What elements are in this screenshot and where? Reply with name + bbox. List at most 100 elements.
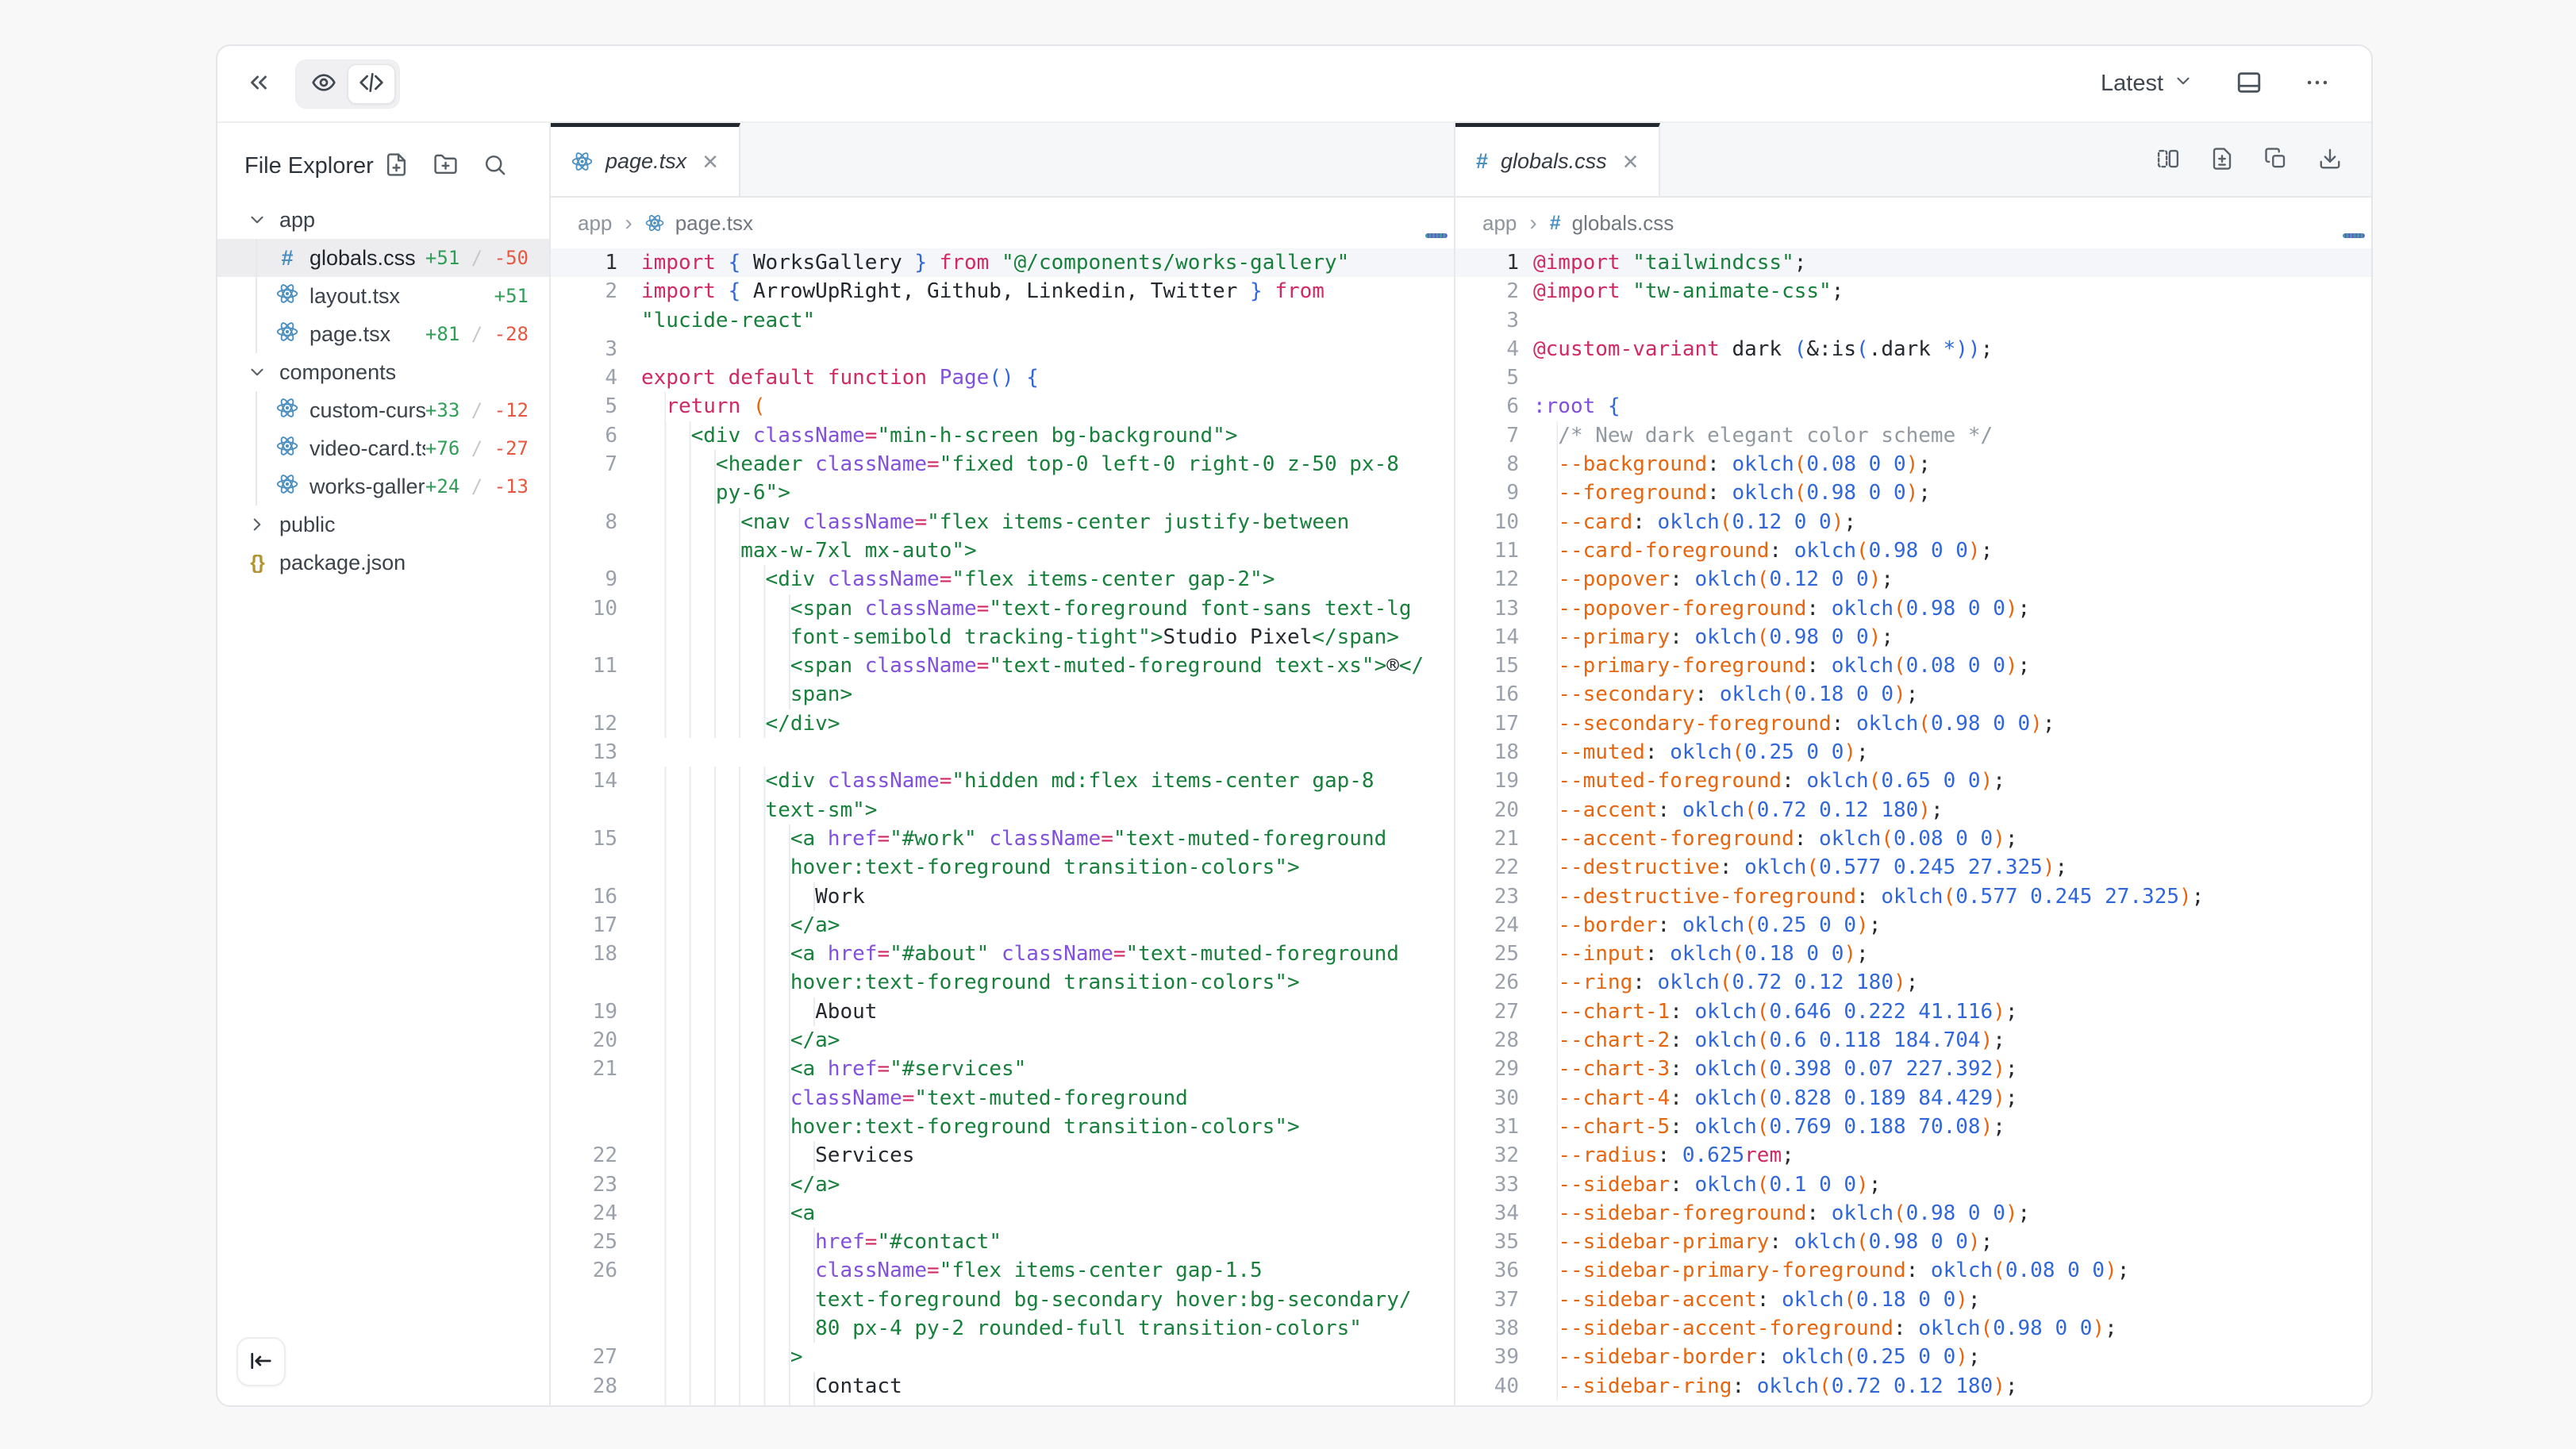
code-line: 31 --chart-5: oklch(0.769 0.188 70.08);	[1455, 1113, 2371, 1141]
line-number: 16	[551, 882, 617, 911]
line-number: 2	[551, 277, 617, 306]
tab-globals-css[interactable]: # globals.css ×	[1455, 123, 1660, 196]
line-number: 22	[1455, 853, 1519, 882]
chevron-separator-icon: ›	[1528, 210, 1538, 236]
code-text: :root {	[1533, 392, 1621, 421]
code-text: "lucide-react"	[641, 306, 815, 335]
split-view-button[interactable]	[2154, 145, 2182, 174]
code-text: text-foreground bg-secondary hover:bg-se…	[641, 1286, 1412, 1314]
tab-page-tsx[interactable]: page.tsx ×	[551, 123, 740, 196]
collapse-sidebar-button[interactable]	[236, 1337, 286, 1386]
line-number: 10	[551, 594, 617, 623]
collapse-panel-button[interactable]	[241, 67, 276, 102]
panel-bottom-icon	[2236, 69, 2263, 98]
code-line: max-w-7xl mx-auto">	[551, 536, 1454, 565]
code-text: span>	[641, 680, 852, 709]
line-number: 18	[1455, 738, 1519, 767]
json-file-icon: {}	[250, 552, 263, 575]
line-number: 14	[1455, 623, 1519, 651]
code-line: 27 --chart-1: oklch(0.646 0.222 41.116);	[1455, 997, 2371, 1026]
file-row-package.json[interactable]: {}package.json	[217, 544, 549, 582]
tab-bar: # globals.css ×	[1455, 123, 2371, 198]
close-icon[interactable]: ×	[1623, 148, 1639, 175]
code-toggle-button[interactable]	[348, 64, 395, 104]
chevron-down-icon	[244, 362, 270, 382]
line-number: 15	[551, 824, 617, 853]
breadcrumb-file: globals.css	[1572, 211, 1674, 236]
download-button[interactable]	[2316, 145, 2344, 174]
line-number: 11	[551, 651, 617, 680]
code-line: 35 --sidebar-primary: oklch(0.98 0 0);	[1455, 1228, 2371, 1256]
search-files-button[interactable]	[481, 152, 508, 179]
code-line: 2@import "tw-animate-css";	[1455, 277, 2371, 306]
close-icon[interactable]: ×	[702, 148, 718, 175]
code-text: </a>	[641, 911, 840, 940]
explorer-title: File Explorer	[244, 153, 374, 179]
code-line: 7 <header className="fixed top-0 left-0 …	[551, 450, 1454, 479]
file-row-video-card.tsx[interactable]: video-card.tsx+76 / -27	[217, 429, 549, 467]
code-editor[interactable]: 1@import "tailwindcss";2@import "tw-anim…	[1455, 248, 2371, 1405]
line-number: 5	[1455, 363, 1519, 392]
code-line: 1@import "tailwindcss";	[1455, 248, 2371, 277]
new-file-button[interactable]	[383, 152, 409, 179]
copy-icon	[2264, 147, 2288, 173]
file-row-works-galler[interactable]: works-galler…+24 / -13	[217, 467, 549, 505]
line-number: 25	[1455, 940, 1519, 968]
breadcrumb-file: page.tsx	[675, 211, 753, 236]
code-text: --accent: oklch(0.72 0.12 180);	[1533, 796, 1944, 824]
file-row-page.tsx[interactable]: page.tsx+81 / -28	[217, 315, 549, 353]
new-folder-button[interactable]	[432, 152, 459, 179]
file-row-globals.css[interactable]: #globals.css+51 / -50	[217, 239, 549, 277]
code-text: py-6">	[641, 479, 790, 507]
line-number: 7	[551, 450, 617, 479]
folder-row-components[interactable]: components	[217, 353, 549, 391]
code-line: 18 <a href="#about" className="text-mute…	[551, 940, 1454, 968]
top-toolbar: Latest	[217, 46, 2371, 123]
line-number: 22	[551, 1141, 617, 1170]
version-label: Latest	[2101, 71, 2163, 97]
folder-row-public[interactable]: public	[217, 505, 549, 544]
line-number: 4	[1455, 335, 1519, 363]
css-file-icon: #	[1476, 149, 1488, 174]
split-view-icon	[2156, 147, 2180, 173]
code-text: --chart-3: oklch(0.398 0.07 227.392);	[1533, 1055, 2018, 1083]
code-text: --chart-2: oklch(0.6 0.118 184.704);	[1533, 1026, 2005, 1055]
code-text: hover:text-foreground transition-colors"…	[641, 1113, 1300, 1141]
code-text: --sidebar-foreground: oklch(0.98 0 0);	[1533, 1199, 2030, 1228]
line-number: 14	[551, 767, 617, 795]
line-number: 40	[1455, 1372, 1519, 1401]
folder-row-app[interactable]: app	[217, 201, 549, 239]
code-text: <header className="fixed top-0 left-0 ri…	[641, 450, 1399, 479]
code-text: /* New dark elegant color scheme */	[1533, 421, 1993, 450]
code-line: 10 <span className="text-foreground font…	[551, 594, 1454, 623]
copy-button[interactable]	[2262, 145, 2290, 174]
code-line: 12 --popover: oklch(0.12 0 0);	[1455, 565, 2371, 594]
ellipsis-icon	[2304, 69, 2331, 98]
code-editor[interactable]: 1import { WorksGallery } from "@/compone…	[551, 248, 1454, 1405]
preview-toggle-button[interactable]	[300, 64, 348, 104]
file-diff-button[interactable]	[2208, 145, 2236, 174]
line-number: 34	[1455, 1199, 1519, 1228]
version-dropdown[interactable]: Latest	[2096, 70, 2198, 98]
code-text: --destructive-foreground: oklch(0.577 0.…	[1533, 882, 2204, 911]
code-text: font-semibold tracking-tight">Studio Pix…	[641, 623, 1399, 651]
code-line: 37 --sidebar-accent: oklch(0.18 0 0);	[1455, 1286, 2371, 1314]
code-text: </a>	[641, 1170, 840, 1199]
line-number: 32	[1455, 1141, 1519, 1170]
code-line: 6 <div className="min-h-screen bg-backgr…	[551, 421, 1454, 450]
code-line: 24 <a	[551, 1199, 1454, 1228]
chevrons-left-icon	[245, 69, 272, 98]
more-options-button[interactable]	[2300, 67, 2335, 102]
panel-bottom-button[interactable]	[2232, 67, 2266, 102]
line-number: 35	[1455, 1228, 1519, 1256]
code-text: --sidebar-border: oklch(0.25 0 0);	[1533, 1343, 1981, 1371]
code-line: 4@custom-variant dark (&:is(.dark *));	[1455, 335, 2371, 363]
file-row-custom-curs[interactable]: custom-curs…+33 / -12	[217, 391, 549, 429]
code-text: <div className="min-h-screen bg-backgrou…	[641, 421, 1237, 450]
css-file-icon: #	[1550, 212, 1561, 235]
line-number: 11	[1455, 536, 1519, 565]
chevron-right-icon	[244, 514, 270, 535]
code-line: 13 --popover-foreground: oklch(0.98 0 0)…	[1455, 594, 2371, 623]
file-row-layout.tsx[interactable]: layout.tsx+51	[217, 277, 549, 315]
line-number: 12	[1455, 565, 1519, 594]
